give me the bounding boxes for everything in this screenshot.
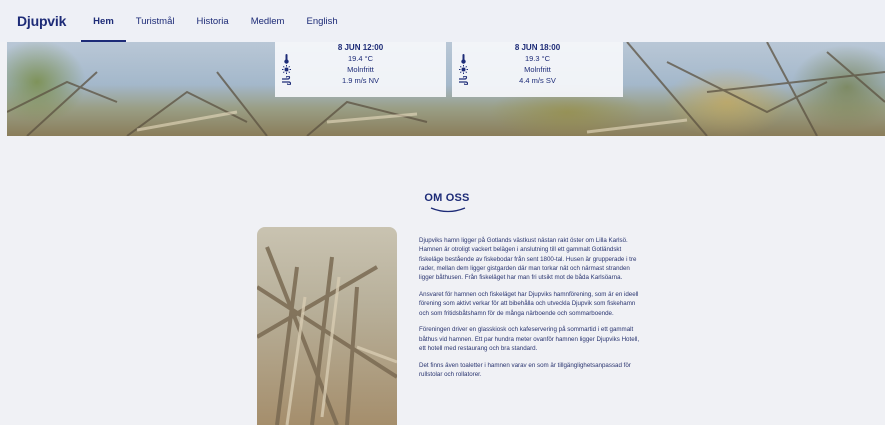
weather-wind: 4.4 m/s SV [519,76,556,85]
thermometer-icon [282,54,291,64]
weather-temperature: 19.3 °C [524,54,551,63]
nav-link-medlem[interactable]: Medlem [251,0,285,42]
about-paragraph: Ansvaret för hamnen och fiskeläget har D… [419,290,639,317]
weather-sky: Molnfritt [347,65,374,74]
weather-wind-row: 1.9 m/s NV [275,75,446,86]
driftwood-illustration [257,246,397,425]
about-section-title: OM OSS [424,192,470,204]
nav-link-english[interactable]: English [306,0,337,42]
hero-image: 8 JUN 12:00 19.4 °C Molnfritt 1.9 m/s NV… [7,42,885,136]
weather-temperature: 19.4 °C [347,54,374,63]
weather-sky-row: Molnfritt [452,64,623,75]
nav-link-hem[interactable]: Hem [81,0,126,42]
weather-temperature-row: 19.3 °C [452,53,623,64]
weather-wind: 1.9 m/s NV [341,76,380,85]
sun-icon [282,65,291,74]
weather-sky: Molnfritt [524,65,551,74]
weather-card-title: 8 JUN 18:00 [514,43,561,52]
sun-icon [459,65,468,74]
wind-icon [459,76,468,85]
title-wave-underline [430,207,466,213]
weather-card-title: 8 JUN 12:00 [337,43,384,52]
weather-card-1800: 8 JUN 18:00 19.3 °C Molnfritt 4.4 m/s SV [452,42,623,97]
thermometer-icon [459,54,468,64]
nav-link-historia[interactable]: Historia [196,0,228,42]
top-navigation: Djupvik Hem Turistmål Historia Medlem En… [0,0,885,42]
about-paragraph: Djupviks hamn ligger på Gotlands västkus… [419,237,637,282]
wind-icon [282,76,291,85]
about-text: Djupviks hamn ligger på Gotlands västkus… [419,236,644,387]
weather-temperature-row: 19.4 °C [275,53,446,64]
weather-wind-row: 4.4 m/s SV [452,75,623,86]
about-photo [257,227,397,425]
hero-branches-illustration [7,42,885,136]
nav-link-turistmal[interactable]: Turistmål [136,0,175,42]
weather-sky-row: Molnfritt [275,64,446,75]
about-paragraph: Föreningen driver en glasskiosk och kafe… [419,326,640,352]
about-paragraph: Det finns även toaletter i hamnen varav … [419,361,631,379]
weather-card-1200: 8 JUN 12:00 19.4 °C Molnfritt 1.9 m/s NV [275,42,446,97]
brand-logo[interactable]: Djupvik [17,13,66,29]
